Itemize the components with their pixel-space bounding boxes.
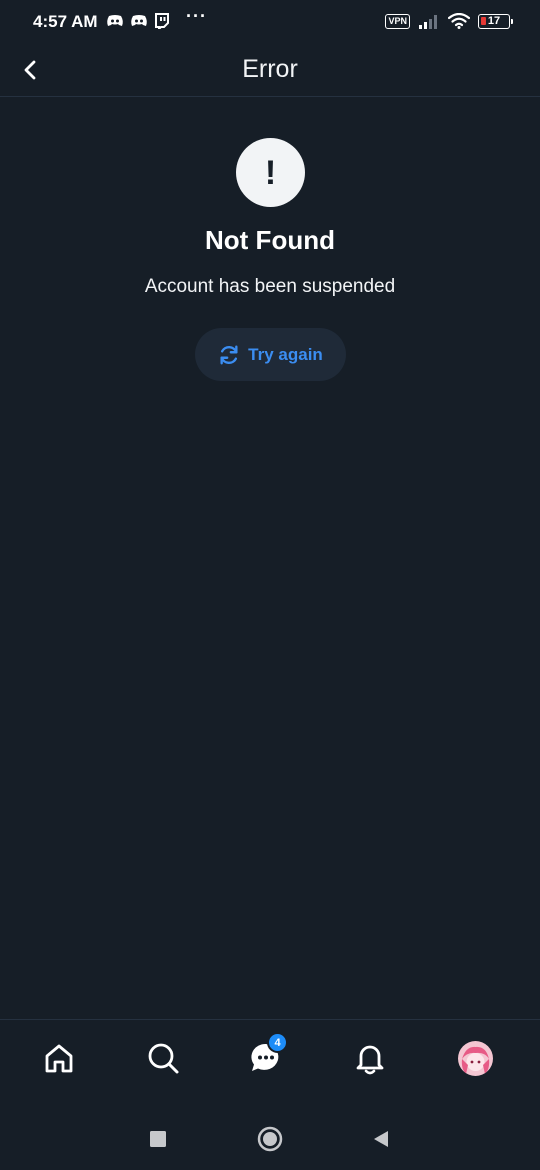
avatar-image	[457, 1040, 493, 1076]
twitch-icon	[155, 13, 169, 29]
circle-icon	[257, 1126, 283, 1152]
refresh-icon	[220, 345, 238, 364]
home-icon	[45, 1044, 73, 1073]
search-icon	[148, 1043, 179, 1074]
exclamation-icon: !	[264, 153, 277, 192]
try-again-label: Try again	[248, 344, 323, 364]
battery-level: 17	[487, 15, 501, 27]
nav-profile[interactable]	[455, 1038, 495, 1078]
status-time: 4:57 AM	[33, 12, 98, 31]
avatar	[457, 1040, 493, 1076]
error-heading: Not Found	[205, 225, 335, 255]
battery-indicator: 17	[478, 13, 513, 29]
status-indicators: VPN 17	[385, 13, 513, 29]
signal-icon	[419, 15, 437, 29]
screen: 4:57 AM ··· VPN 17 Error ! Not Found Acc…	[0, 0, 540, 1170]
error-icon: !	[236, 138, 305, 207]
home-system-button[interactable]	[255, 1124, 285, 1154]
messages-badge: 4	[267, 1032, 288, 1053]
system-nav	[0, 1100, 540, 1170]
page-title: Error	[242, 55, 298, 83]
more-notifications-indicator: ···	[186, 6, 207, 26]
square-icon	[150, 1131, 166, 1147]
discord-icon	[107, 15, 123, 26]
back-system-button[interactable]	[366, 1124, 396, 1154]
bottom-nav: 4	[0, 1019, 540, 1094]
notification-icons	[106, 13, 169, 29]
triangle-back-icon	[374, 1131, 388, 1147]
discord-icon	[131, 15, 147, 26]
recents-button[interactable]	[143, 1124, 173, 1154]
nav-notifications[interactable]	[350, 1038, 390, 1078]
header: Error	[0, 46, 540, 97]
error-message: Account has been suspended	[144, 276, 396, 297]
nav-home[interactable]	[39, 1038, 79, 1078]
vpn-badge: VPN	[385, 13, 410, 29]
try-again-button[interactable]: Try again	[195, 328, 346, 381]
bell-icon	[356, 1045, 384, 1075]
wifi-icon	[448, 13, 470, 29]
nav-search[interactable]	[143, 1038, 183, 1078]
nav-messages[interactable]: 4	[246, 1032, 288, 1078]
status-bar: 4:57 AM ··· VPN 17	[0, 0, 540, 46]
